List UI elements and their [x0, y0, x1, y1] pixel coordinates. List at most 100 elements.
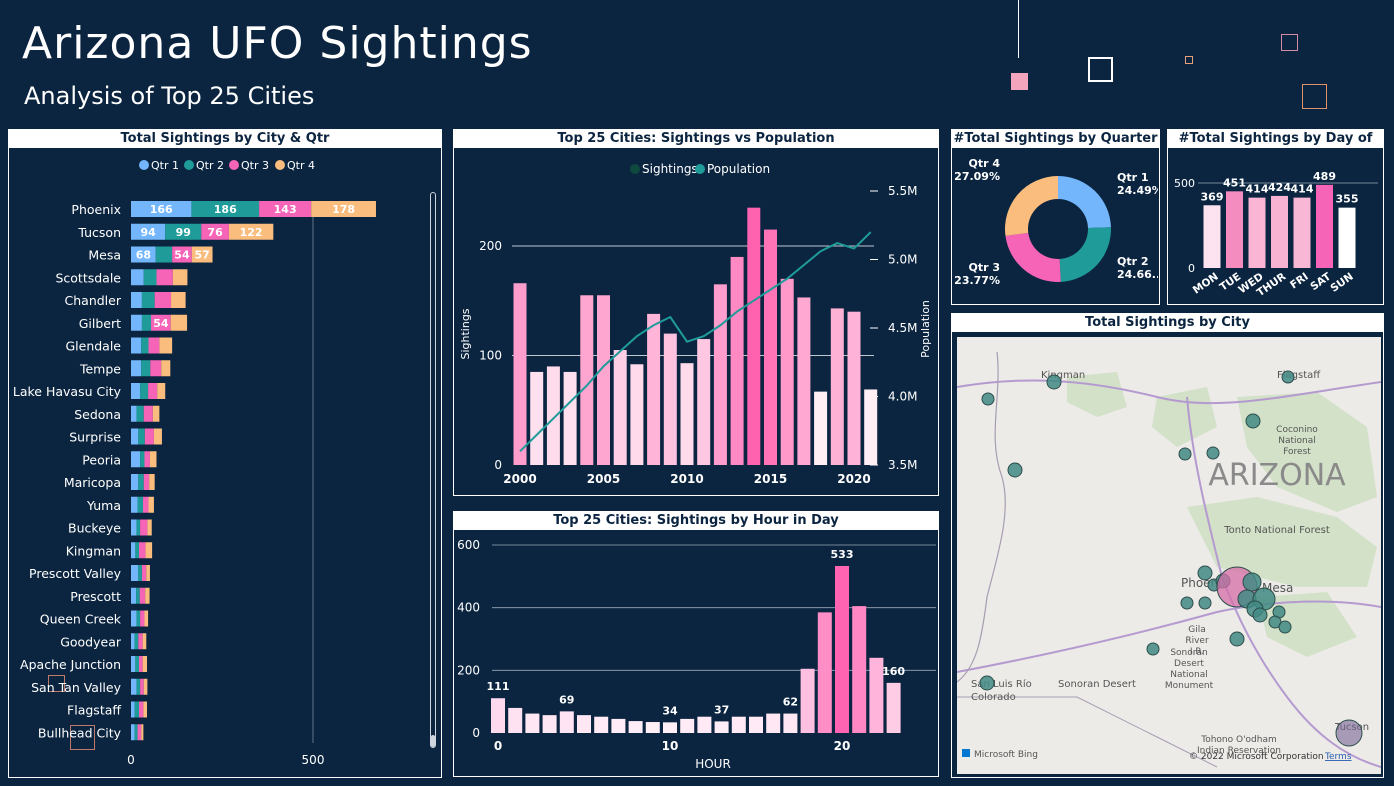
city-bubble	[1278, 620, 1292, 634]
bar-qtr2	[155, 246, 173, 263]
y-tick-label: 0	[1188, 262, 1195, 275]
bar-qtr4	[149, 451, 157, 468]
map-title: Total Sightings by City	[952, 314, 1383, 332]
legend-label-qtr4: Qtr 4	[287, 159, 315, 172]
dow-bar	[1248, 197, 1266, 268]
bar-qtr1	[131, 656, 136, 672]
bar-data-label: 533	[831, 548, 854, 561]
city-label: Gilbert	[79, 316, 121, 331]
dow-bar	[1226, 191, 1243, 268]
quarter-chart[interactable]: Qtr 124.49% Qtr 224.66... Qtr 323.77% Qtr 4…	[952, 149, 1158, 304]
bar-qtr1	[131, 701, 135, 718]
city-bubble	[979, 675, 995, 691]
year-title: Top 25 Cities: Sightings vs Population	[454, 130, 938, 148]
map-terms-link[interactable]: Terms	[1324, 752, 1352, 762]
legend-label-qtr2: Qtr 2	[196, 159, 224, 172]
dow-bar	[1293, 197, 1311, 268]
hour-title: Top 25 Cities: Sightings by Hour in Day	[454, 512, 938, 530]
city-bubble	[1197, 565, 1213, 581]
city-bubble	[1242, 572, 1262, 592]
bar-data-label: 166	[150, 203, 173, 216]
donut-percent-label: 24.66...	[1117, 268, 1158, 281]
hour-bar	[559, 711, 574, 733]
hour-panel: Top 25 Cities: Sightings by Hour in Day …	[453, 511, 939, 777]
bar-qtr2	[134, 633, 139, 650]
city-bubble	[1245, 413, 1261, 429]
scrollbar-thumb[interactable]	[431, 735, 435, 747]
hour-bar	[680, 718, 695, 733]
hour-chart[interactable]: 0 200 400 600 111 69 34 37 62 533 160 0 10 20 HOUR	[454, 531, 937, 776]
y2-tick-label: 5.5M	[888, 184, 917, 198]
bar-qtr4	[142, 656, 148, 672]
x-tick-label: MON	[1191, 271, 1221, 297]
bar-data-label: 76	[207, 226, 223, 239]
sightings-bar	[764, 229, 777, 465]
city-qtr-chart[interactable]: Qtr 1 Qtr 2 Qtr 3 Qtr 4 Phoenix 166 186 143 178 T…	[9, 149, 440, 776]
bar-data-label: 34	[662, 704, 678, 717]
bar-data-label: 68	[136, 249, 151, 262]
x-tick-label: 2020	[837, 472, 870, 486]
sightings-bar	[530, 371, 544, 465]
city-label: Queen Creek	[40, 612, 122, 627]
bar-qtr2	[135, 542, 140, 559]
bar-data-label: 355	[1336, 193, 1359, 206]
bar-qtr2	[136, 587, 140, 604]
bar-qtr4	[152, 405, 160, 422]
city-label: Bullhead City	[38, 725, 122, 740]
legend-marker-qtr1	[139, 160, 149, 170]
dashboard-title: Arizona UFO Sightings	[22, 18, 533, 69]
donut-label: Qtr 4	[968, 157, 1000, 170]
sightings-bar	[597, 295, 610, 465]
bar-data-label: 369	[1201, 190, 1224, 203]
map-place-label: Tonto National Forest	[1223, 525, 1330, 536]
map-attribution: Microsoft Bing	[974, 750, 1038, 760]
donut-label: Qtr 2	[1117, 255, 1149, 268]
city-label: Glendale	[65, 339, 121, 354]
city-bubble	[1146, 642, 1160, 656]
y-tick-label: 0	[494, 458, 502, 472]
bar-qtr2	[134, 724, 138, 741]
scrollbar[interactable]	[430, 192, 436, 748]
city-map[interactable]: Kingman FlagstaffCoconinoNationalForestTo…	[957, 337, 1381, 774]
bar-qtr3	[143, 496, 149, 513]
year-panel: Top 25 Cities: Sightings vs Population 0…	[453, 129, 939, 496]
year-chart[interactable]: 0 100 200 3.5M 4.0M 4.5M 5.0M 5.5M Sightings Popu…	[454, 149, 937, 495]
hour-bar	[577, 715, 591, 733]
y-tick-label: 500	[1174, 177, 1195, 190]
sightings-bar	[814, 391, 828, 465]
bar-qtr1	[131, 542, 136, 559]
bar-qtr4	[159, 337, 173, 354]
bar-qtr2	[136, 405, 144, 422]
bar-qtr3	[137, 724, 142, 741]
hour-bar	[525, 713, 540, 733]
x-tick-label: 0	[127, 753, 135, 767]
decor-square-white	[1088, 57, 1113, 82]
legend-marker-qtr3	[229, 160, 239, 170]
sightings-bar	[830, 308, 844, 465]
y-tick-label: 200	[457, 663, 480, 677]
map-copyright: © 2022 Microsoft Corporation	[1189, 752, 1324, 762]
dow-chart[interactable]: 0500369MON451TUE414WED424THUR414FRI489SA…	[1168, 149, 1382, 304]
bar-qtr1	[131, 496, 138, 513]
map-place-label: Sonoran Desert	[1058, 679, 1136, 690]
bar-qtr2	[141, 292, 155, 308]
hour-bar	[817, 612, 832, 733]
bar-data-label: 37	[714, 703, 729, 716]
bar-qtr4	[161, 360, 171, 377]
bar-qtr3	[156, 269, 173, 286]
bar-qtr3	[139, 656, 143, 672]
bar-qtr3	[143, 474, 150, 490]
donut-percent-label: 27.09%	[954, 170, 1000, 183]
bar-qtr3	[154, 292, 172, 308]
dashboard-subtitle: Analysis of Top 25 Cities	[24, 82, 315, 110]
legend-marker-population	[695, 164, 705, 174]
bar-qtr1	[131, 451, 141, 468]
city-qtr-panel: Total Sightings by City & Qtr Qtr 1 Qtr 2…	[8, 129, 442, 778]
legend-marker-sightings	[630, 164, 640, 174]
bar-qtr2	[138, 565, 142, 581]
hour-bar	[731, 716, 746, 733]
x-tick-label: 500	[302, 753, 325, 767]
city-bubble	[1206, 446, 1220, 460]
bar-qtr4	[147, 519, 152, 536]
bar-qtr1	[131, 724, 135, 741]
